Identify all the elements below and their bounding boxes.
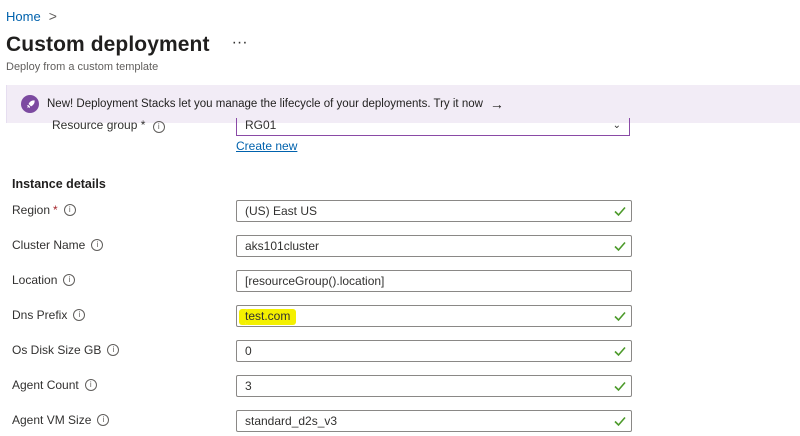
info-icon: i xyxy=(152,121,165,133)
field-value: test.com xyxy=(245,309,297,325)
field-label: Cluster Name i xyxy=(12,238,104,252)
form-row: Cluster Name i aks101cluster xyxy=(12,235,632,257)
chevron-down-icon: ⌄ xyxy=(612,120,621,131)
field-label: Agent Count i xyxy=(12,378,97,392)
info-icon[interactable]: i xyxy=(97,414,110,426)
rocket-icon xyxy=(21,95,39,113)
field-value: [resourceGroup().location] xyxy=(245,274,385,288)
more-options-icon[interactable]: ··· xyxy=(232,34,248,52)
resource-group-label: Resource group * i xyxy=(52,118,165,133)
checkmark-icon xyxy=(614,241,626,252)
section-heading: Instance details xyxy=(12,177,106,191)
info-icon[interactable]: i xyxy=(107,344,120,356)
info-icon[interactable]: i xyxy=(84,379,97,391)
text-field[interactable]: (US) East US xyxy=(236,200,632,222)
field-label-text: Cluster Name xyxy=(12,238,86,252)
arrow-right-icon[interactable]: → xyxy=(490,96,504,112)
field-value: standard_d2s_v3 xyxy=(245,414,338,428)
text-field[interactable]: 0 xyxy=(236,340,632,362)
field-value: (US) East US xyxy=(245,204,318,218)
field-label: Dns Prefix i xyxy=(12,308,86,322)
page-title: Custom deployment xyxy=(6,33,210,56)
form-row: Region * i (US) East US xyxy=(12,200,632,222)
checkmark-icon xyxy=(614,381,626,392)
text-field[interactable]: 3 xyxy=(236,375,632,397)
field-label: Os Disk Size GB i xyxy=(12,343,120,357)
field-label-text: Agent Count xyxy=(12,378,79,392)
required-marker: * xyxy=(53,203,58,217)
chevron-right-icon: > xyxy=(48,8,57,24)
checkmark-icon xyxy=(614,311,626,322)
info-icon[interactable]: i xyxy=(63,204,76,216)
form-row: Location i [resourceGroup().location] xyxy=(12,270,632,292)
checkmark-icon xyxy=(614,346,626,357)
create-new-link[interactable]: Create new xyxy=(236,139,297,153)
field-label-text: Location xyxy=(12,273,58,287)
title-row: Custom deployment ··· xyxy=(6,33,248,57)
info-icon[interactable]: i xyxy=(91,239,104,251)
field-label: Region * i xyxy=(12,203,76,217)
text-field[interactable]: [resourceGroup().location] xyxy=(236,270,632,292)
text-field[interactable]: standard_d2s_v3 xyxy=(236,410,632,432)
field-value: aks101cluster xyxy=(245,239,320,253)
checkmark-icon xyxy=(614,416,626,427)
form-row: Agent Count i 3 xyxy=(12,375,632,397)
field-value: 0 xyxy=(245,344,252,358)
field-label-text: Os Disk Size GB xyxy=(12,343,102,357)
text-field[interactable]: test.com xyxy=(236,305,632,327)
form-row: Dns Prefix i test.com xyxy=(12,305,632,327)
field-label-text: Dns Prefix xyxy=(12,308,68,322)
banner-text[interactable]: New! Deployment Stacks let you manage th… xyxy=(47,98,483,110)
field-label: Agent VM Size i xyxy=(12,413,110,427)
form-row: Os Disk Size GB i 0 xyxy=(12,340,632,362)
form-row: Agent VM Size i standard_d2s_v3 xyxy=(12,410,632,432)
resource-group-select[interactable]: RG01 ⌄ xyxy=(236,118,630,136)
text-field[interactable]: aks101cluster xyxy=(236,235,632,257)
checkmark-icon xyxy=(614,206,626,217)
field-label: Location i xyxy=(12,273,76,287)
field-label-text: Region xyxy=(12,203,51,217)
field-label-text: Agent VM Size xyxy=(12,413,92,427)
page-subtitle: Deploy from a custom template xyxy=(6,61,159,73)
breadcrumb: Home > xyxy=(6,8,57,24)
info-icon[interactable]: i xyxy=(73,309,86,321)
info-icon[interactable]: i xyxy=(63,274,76,286)
field-value: 3 xyxy=(245,379,252,393)
breadcrumb-home-link[interactable]: Home xyxy=(6,9,41,24)
